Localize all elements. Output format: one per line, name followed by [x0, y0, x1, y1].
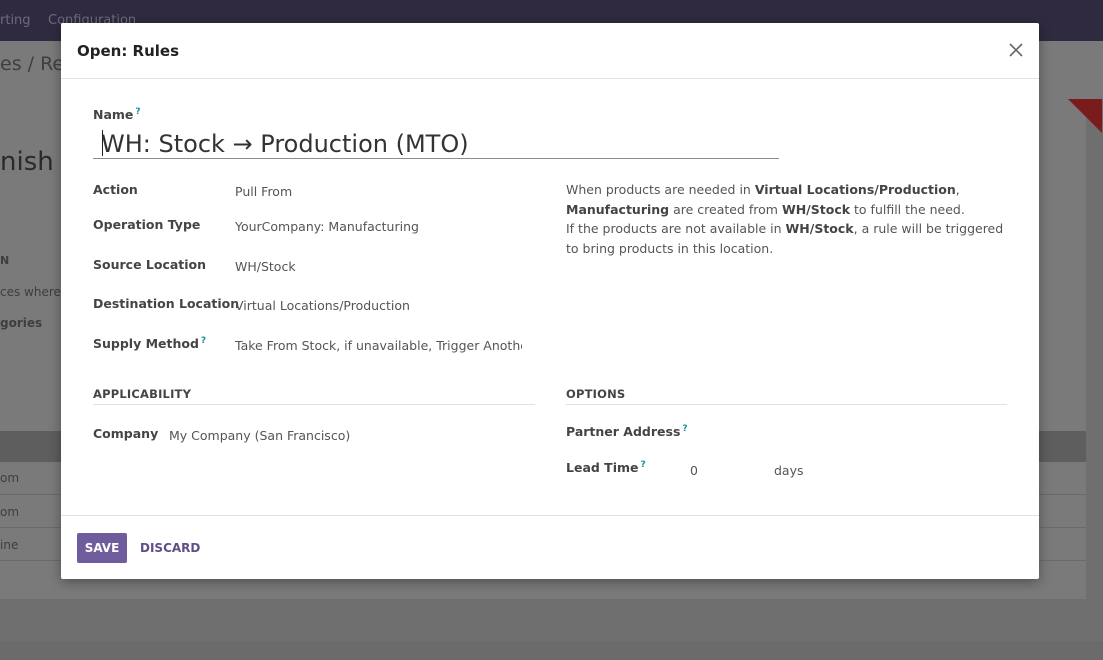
dialog-body: Name? WH: Stock → Production (MTO) Actio… [61, 80, 1039, 516]
rule-description: When products are needed in Virtual Loca… [566, 182, 1004, 256]
name-value: WH: Stock → Production (MTO) [101, 130, 469, 158]
destination-location-field[interactable]: Virtual Locations/Production [235, 298, 410, 313]
discard-button[interactable]: DISCARD [140, 541, 200, 555]
name-label: Name? [93, 107, 141, 123]
supply-method-field[interactable]: Take From Stock, if unavailable, Trigger… [235, 338, 522, 353]
action-field[interactable]: Pull From [235, 184, 292, 199]
help-icon[interactable]: ? [135, 107, 140, 117]
text-cursor [102, 130, 103, 156]
dialog-title: Open: Rules [77, 42, 180, 60]
destination-location-label: Destination Location [93, 296, 240, 311]
options-heading: OPTIONS [566, 387, 1007, 405]
operation-type-label: Operation Type [93, 217, 201, 232]
rules-dialog: Open: Rules Name? WH: Stock → Production… [61, 23, 1039, 579]
operation-type-field[interactable]: YourCompany: Manufacturing [235, 219, 419, 234]
save-button[interactable]: SAVE [77, 533, 127, 563]
source-location-field[interactable]: WH/Stock [235, 259, 296, 274]
applicability-heading: APPLICABILITY [93, 387, 535, 405]
menu-reporting: rting [0, 13, 31, 28]
source-location-label: Source Location [93, 257, 207, 272]
help-icon[interactable]: ? [201, 336, 206, 346]
categories-label: gories [0, 316, 43, 330]
dialog-header: Open: Rules [61, 23, 1039, 79]
help-icon[interactable]: ? [682, 424, 687, 434]
action-label: Action [93, 182, 138, 197]
company-label: Company [93, 426, 159, 441]
supply-method-label: Supply Method? [93, 336, 207, 352]
ribbon [1068, 99, 1102, 133]
company-field[interactable]: My Company (San Francisco) [169, 428, 350, 443]
section-label: N [0, 254, 10, 267]
close-icon[interactable] [1007, 41, 1025, 59]
lead-time-label: Lead Time? [566, 460, 646, 476]
dialog-footer: SAVE DISCARD [61, 515, 1039, 579]
help-icon[interactable]: ? [641, 460, 646, 470]
helper-text: ces where [0, 285, 61, 299]
lead-time-input[interactable]: 0 [690, 463, 760, 478]
name-input[interactable]: WH: Stock → Production (MTO) [93, 126, 779, 159]
lead-time-unit: days [774, 463, 804, 478]
partner-address-label: Partner Address? [566, 424, 688, 440]
